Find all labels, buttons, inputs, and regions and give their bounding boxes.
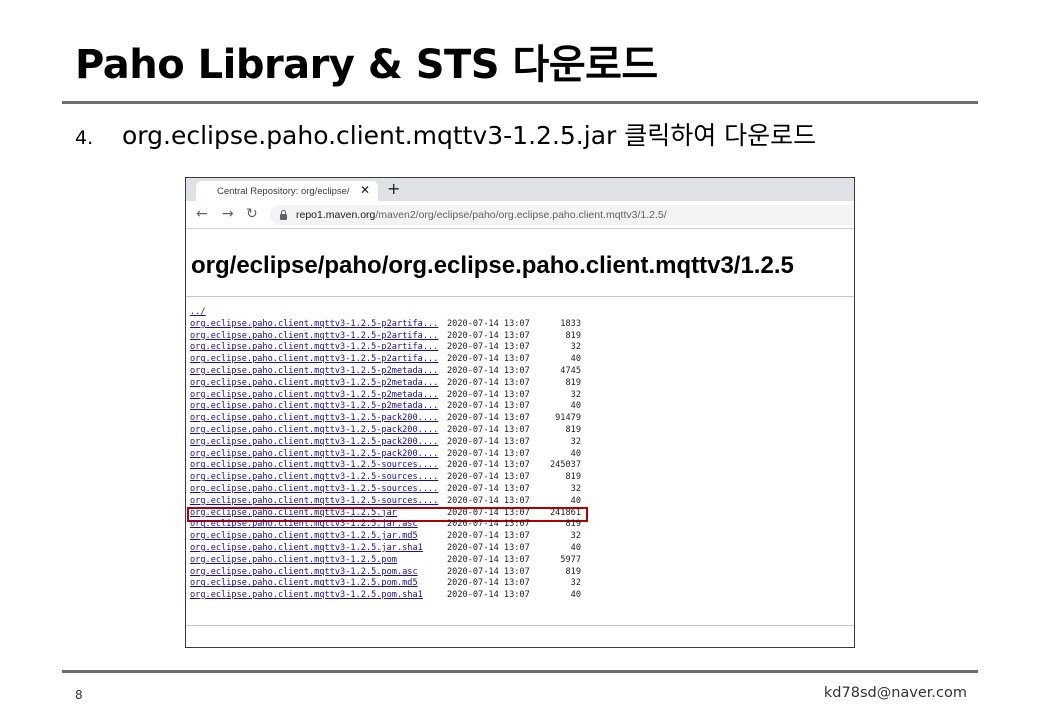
file-size: 40: [570, 354, 581, 365]
file-link[interactable]: org.eclipse.paho.client.mqttv3-1.2.5-p2m…: [190, 390, 438, 402]
parent-directory-link[interactable]: ../: [190, 307, 206, 319]
tab-title: Central Repository: org/eclipse/: [217, 185, 350, 197]
file-date: 2020-07-14 13:07: [447, 554, 530, 565]
file-link[interactable]: org.eclipse.paho.client.mqttv3-1.2.5-pac…: [190, 437, 438, 449]
file-date: 2020-07-14 13:07: [447, 590, 530, 601]
browser-tab[interactable]: Central Repository: org/eclipse/ ✕: [196, 181, 378, 201]
file-date: 2020-07-14 13:07: [447, 531, 530, 542]
file-link[interactable]: org.eclipse.paho.client.mqttv3-1.2.5-pac…: [190, 425, 438, 437]
file-size: 5977: [560, 554, 581, 565]
file-size: 40: [570, 448, 581, 459]
file-date: 2020-07-14 13:07: [447, 318, 530, 329]
step-number: 4.: [75, 127, 94, 149]
file-size: 32: [570, 389, 581, 400]
file-date: 2020-07-14 13:07: [447, 578, 530, 589]
file-date: 2020-07-14 13:07: [447, 460, 530, 471]
file-link[interactable]: org.eclipse.paho.client.mqttv3-1.2.5-p2a…: [190, 331, 438, 343]
forward-arrow-icon[interactable]: →: [222, 206, 234, 222]
footer-divider: [186, 625, 854, 626]
heading-divider: [186, 296, 854, 297]
file-date: 2020-07-14 13:07: [447, 342, 530, 353]
file-size: 819: [565, 330, 581, 341]
file-link[interactable]: org.eclipse.paho.client.mqttv3-1.2.5-sou…: [190, 484, 438, 496]
file-size: 91479: [555, 413, 581, 424]
step-instruction: 4. org.eclipse.paho.client.mqttv3-1.2.5.…: [75, 116, 816, 152]
file-link[interactable]: org.eclipse.paho.client.mqttv3-1.2.5-p2m…: [190, 401, 438, 413]
file-link[interactable]: org.eclipse.paho.client.mqttv3-1.2.5-p2a…: [190, 354, 438, 366]
reload-icon[interactable]: ↻: [246, 206, 258, 222]
file-link[interactable]: org.eclipse.paho.client.mqttv3-1.2.5.pom…: [190, 567, 418, 579]
browser-toolbar: ← → ↻ repo1.maven.org/maven2/org/eclipse…: [186, 201, 854, 229]
file-size: 819: [565, 424, 581, 435]
file-link[interactable]: org.eclipse.paho.client.mqttv3-1.2.5-p2a…: [190, 342, 438, 354]
tab-strip: Central Repository: org/eclipse/ ✕ +: [186, 178, 854, 201]
file-date: 2020-07-14 13:07: [447, 448, 530, 459]
file-date: 2020-07-14 13:07: [447, 472, 530, 483]
file-link[interactable]: org.eclipse.paho.client.mqttv3-1.2.5.pom…: [190, 590, 423, 602]
file-date: 2020-07-14 13:07: [447, 542, 530, 553]
url-host: repo1.maven.org: [296, 209, 376, 221]
file-size: 819: [565, 377, 581, 388]
file-date: 2020-07-14 13:07: [447, 424, 530, 435]
file-link[interactable]: org.eclipse.paho.client.mqttv3-1.2.5-p2a…: [190, 319, 438, 331]
file-size: 32: [570, 531, 581, 542]
footer-rule: [62, 670, 978, 673]
file-size: 40: [570, 590, 581, 601]
file-date: 2020-07-14 13:07: [447, 519, 530, 530]
file-size: 40: [570, 542, 581, 553]
file-size: 32: [570, 483, 581, 494]
page-heading: org/eclipse/paho/org.eclipse.paho.client…: [191, 252, 794, 279]
back-arrow-icon[interactable]: ←: [196, 206, 208, 222]
file-date: 2020-07-14 13:07: [447, 401, 530, 412]
file-date: 2020-07-14 13:07: [447, 483, 530, 494]
file-size: 40: [570, 401, 581, 412]
url-path: /maven2/org/eclipse/paho/org.eclipse.pah…: [375, 209, 667, 221]
file-link[interactable]: org.eclipse.paho.client.mqttv3-1.2.5-p2m…: [190, 378, 438, 390]
author-email: kd78sd@naver.com: [823, 685, 967, 701]
file-size: 1833: [560, 318, 581, 329]
file-link[interactable]: org.eclipse.paho.client.mqttv3-1.2.5.jar…: [190, 531, 418, 543]
file-size: 819: [565, 472, 581, 483]
file-size: 819: [565, 566, 581, 577]
file-size: 32: [570, 436, 581, 447]
page-number: 8: [75, 688, 83, 702]
file-date: 2020-07-14 13:07: [447, 354, 530, 365]
file-date: 2020-07-14 13:07: [447, 389, 530, 400]
file-date: 2020-07-14 13:07: [447, 413, 530, 424]
step-text: org.eclipse.paho.client.mqttv3-1.2.5.jar…: [122, 121, 817, 150]
title-divider: [62, 101, 978, 104]
browser-screenshot: Central Repository: org/eclipse/ ✕ + ← →…: [185, 177, 855, 648]
file-size: 819: [565, 519, 581, 530]
file-link[interactable]: org.eclipse.paho.client.mqttv3-1.2.5.pom…: [190, 578, 418, 590]
file-link[interactable]: org.eclipse.paho.client.mqttv3-1.2.5-pac…: [190, 413, 438, 425]
close-icon[interactable]: ✕: [360, 183, 370, 197]
file-link[interactable]: org.eclipse.paho.client.mqttv3-1.2.5.pom: [190, 555, 397, 567]
file-link[interactable]: org.eclipse.paho.client.mqttv3-1.2.5.jar…: [190, 519, 418, 531]
address-bar[interactable]: repo1.maven.org/maven2/org/eclipse/paho/…: [270, 205, 854, 225]
file-link[interactable]: org.eclipse.paho.client.mqttv3-1.2.5-pac…: [190, 449, 438, 461]
file-link[interactable]: org.eclipse.paho.client.mqttv3-1.2.5-p2m…: [190, 366, 438, 378]
file-size: 4745: [560, 365, 581, 376]
file-date: 2020-07-14 13:07: [447, 365, 530, 376]
file-date: 2020-07-14 13:07: [447, 566, 530, 577]
url-text: repo1.maven.org/maven2/org/eclipse/paho/…: [296, 209, 667, 221]
file-link[interactable]: org.eclipse.paho.client.mqttv3-1.2.5.jar…: [190, 543, 423, 555]
plus-icon[interactable]: +: [387, 179, 400, 198]
file-size: 32: [570, 578, 581, 589]
file-link[interactable]: org.eclipse.paho.client.mqttv3-1.2.5-sou…: [190, 460, 438, 472]
file-link[interactable]: org.eclipse.paho.client.mqttv3-1.2.5-sou…: [190, 472, 438, 484]
file-date: 2020-07-14 13:07: [447, 377, 530, 388]
file-size: 245037: [549, 460, 581, 471]
slide-title: Paho Library & STS 다운로드: [75, 42, 658, 88]
lock-icon: [280, 209, 287, 220]
file-date: 2020-07-14 13:07: [447, 330, 530, 341]
file-date: 2020-07-14 13:07: [447, 436, 530, 447]
file-size: 32: [570, 342, 581, 353]
